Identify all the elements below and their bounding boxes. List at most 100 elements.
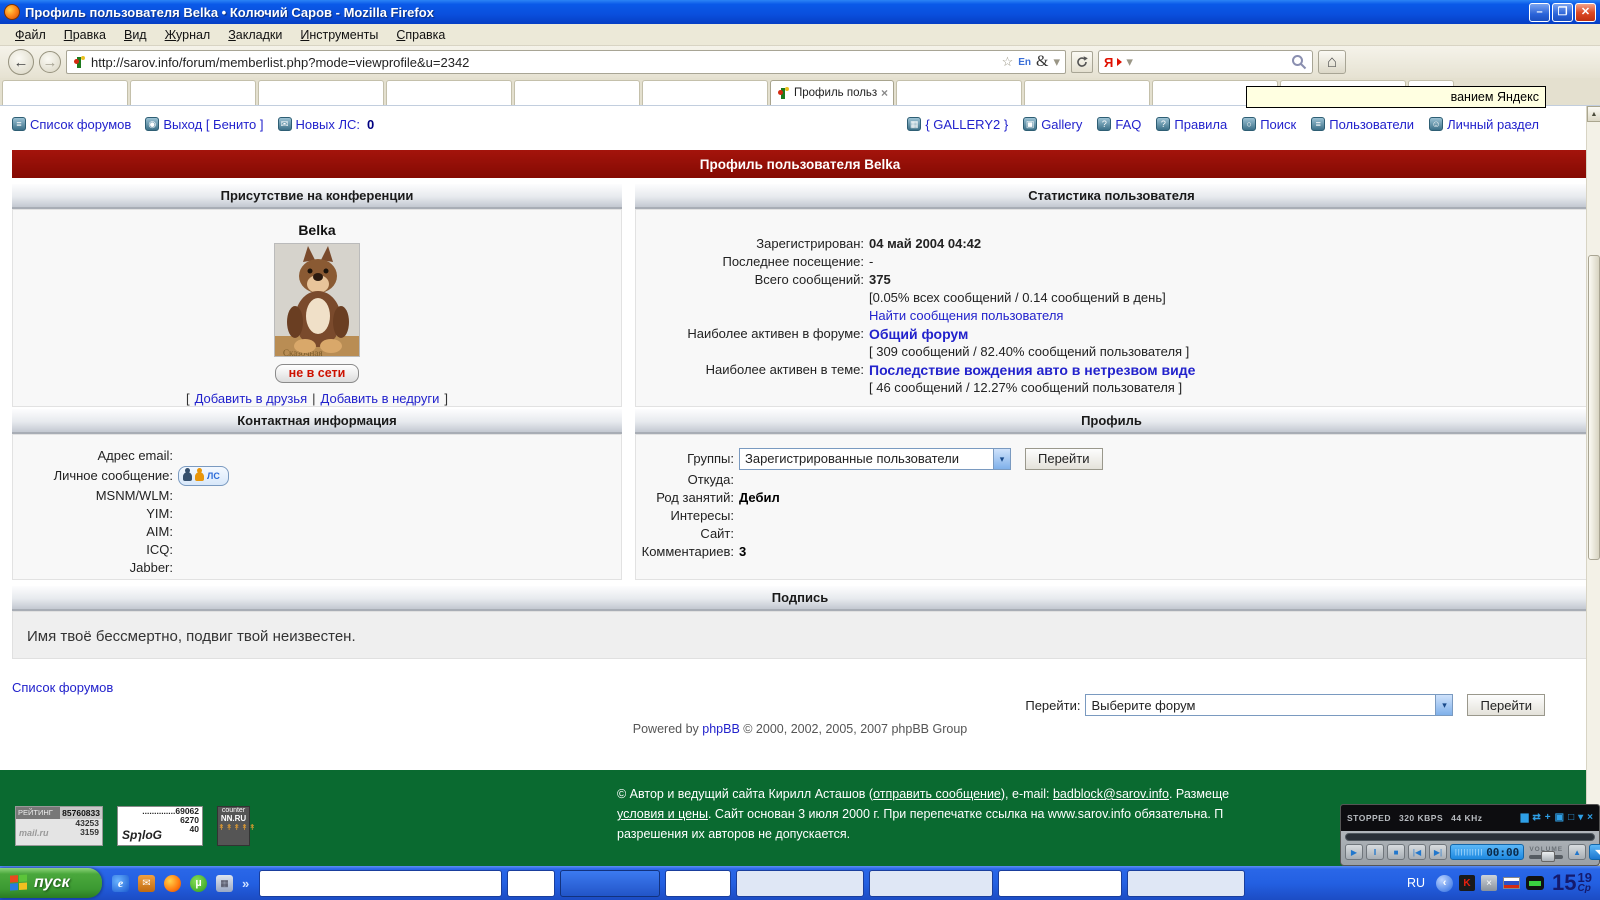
next-track-button[interactable]: ▶| xyxy=(1429,844,1447,860)
status-tray-icon[interactable] xyxy=(1526,876,1544,890)
active-forum-link[interactable]: Общий форум xyxy=(869,325,968,343)
language-indicator[interactable]: RU xyxy=(1402,874,1430,892)
forum-index-link[interactable]: Список форумов xyxy=(12,680,113,695)
media-player[interactable]: STOPPED 320 KBPS 44 KHz ▆ ⇄ + ▣ □ ▾ × ▶ … xyxy=(1340,804,1600,866)
menu-history[interactable]: Журнал xyxy=(156,25,220,45)
jump-go-button[interactable]: Перейти xyxy=(1467,694,1545,716)
taskbar-window-button-active[interactable] xyxy=(560,870,660,897)
scroll-up-button[interactable]: ▲ xyxy=(1587,106,1600,122)
menu-view[interactable]: Вид xyxy=(115,25,156,45)
tray-clock[interactable]: 15 19 Ср xyxy=(1552,872,1592,894)
pause-button[interactable]: ‖ xyxy=(1366,844,1384,860)
tray-app-icon[interactable]: × xyxy=(1481,875,1497,891)
taskbar-window-button[interactable] xyxy=(736,870,864,897)
blank-tab[interactable] xyxy=(1024,80,1150,105)
taskbar-window-button[interactable] xyxy=(998,870,1122,897)
groups-go-button[interactable]: Перейти xyxy=(1025,448,1103,470)
nav-users[interactable]: ≡ Пользователи xyxy=(1311,117,1414,132)
back-button[interactable]: ← xyxy=(8,49,34,75)
eject-button[interactable]: ▲ xyxy=(1568,844,1586,860)
ie-icon[interactable]: e xyxy=(112,875,129,892)
taskbar-window-button[interactable] xyxy=(665,870,731,897)
home-button[interactable]: ⌂ xyxy=(1318,50,1346,74)
nav-new-pm[interactable]: ✉ Новых ЛС: 0 xyxy=(278,117,375,132)
email-link[interactable]: badblock@sarov.info xyxy=(1053,787,1169,801)
nav-forum-list-label[interactable]: Список форумов xyxy=(30,117,131,132)
menu-bookmarks[interactable]: Закладки xyxy=(219,25,291,45)
phpbb-link[interactable]: phpBB xyxy=(702,722,740,736)
language-detect-icon[interactable]: En xyxy=(1018,57,1031,68)
volume-thumb[interactable] xyxy=(1541,851,1555,862)
nav-gallery2-label[interactable]: { GALLERY2 } xyxy=(925,117,1008,132)
reload-button[interactable] xyxy=(1071,51,1093,73)
taskbar-window-button[interactable] xyxy=(1127,870,1245,897)
mailru-counter-badge[interactable]: РЕЙТИНГ85760833 43253 mail.ru3159 xyxy=(15,806,103,846)
find-posts-link[interactable]: Найти сообщения пользователя xyxy=(869,307,1063,325)
nav-private-area[interactable]: ☺ Личный раздел xyxy=(1429,117,1539,132)
nav-search-label[interactable]: Поиск xyxy=(1260,117,1296,132)
nav-forum-list[interactable]: ≡ Список форумов xyxy=(12,117,131,132)
blank-tab[interactable] xyxy=(130,80,256,105)
video-window-icon[interactable]: □ xyxy=(1568,813,1574,823)
blank-tab[interactable] xyxy=(386,80,512,105)
tab-close-icon[interactable]: × xyxy=(881,86,888,100)
groups-select[interactable]: Зарегистрированные пользователи ▾ xyxy=(739,448,1011,470)
terms-link[interactable]: условия и цены xyxy=(617,807,708,821)
url-bar[interactable]: ☆ En & ▾ xyxy=(66,50,1066,74)
settings-icon[interactable]: + xyxy=(1545,813,1551,823)
tab-profile[interactable]: Профиль польз... × xyxy=(770,80,894,105)
kaspersky-tray-icon[interactable]: K xyxy=(1459,875,1475,891)
menu-tools[interactable]: Инструменты xyxy=(291,25,387,45)
send-pm-button[interactable]: ЛС xyxy=(178,466,229,486)
send-message-link[interactable]: отправить сообщение xyxy=(873,787,1001,801)
firefox-quicklaunch-icon[interactable] xyxy=(164,875,181,892)
seek-bar[interactable] xyxy=(1345,833,1595,841)
vertical-scrollbar[interactable]: ▲ ▼ xyxy=(1586,106,1600,866)
chevron-down-icon[interactable]: ▾ xyxy=(993,449,1010,469)
extension-amp-icon[interactable]: & xyxy=(1036,53,1048,71)
taskbar-window-button[interactable] xyxy=(869,870,993,897)
dock-button[interactable]: ◥ xyxy=(1589,844,1600,860)
chevron-down-icon[interactable]: ▾ xyxy=(1435,695,1452,715)
nav-search[interactable]: ○ Поиск xyxy=(1242,117,1296,132)
mail-icon[interactable]: ✉ xyxy=(138,875,155,892)
active-topic-link[interactable]: Последствие вождения авто в нетрезвом ви… xyxy=(869,361,1195,379)
nav-faq-label[interactable]: FAQ xyxy=(1115,117,1141,132)
nav-gallery-label[interactable]: Gallery xyxy=(1041,117,1082,132)
start-button[interactable]: пуск xyxy=(0,868,102,898)
blank-tab[interactable] xyxy=(2,80,128,105)
nav-rules-label[interactable]: Правила xyxy=(1174,117,1227,132)
menu-help[interactable]: Справка xyxy=(387,25,454,45)
previous-track-button[interactable]: |◀ xyxy=(1408,844,1426,860)
search-icon[interactable] xyxy=(1291,54,1307,70)
forum-jump-select[interactable]: Выберите форум ▾ xyxy=(1085,694,1453,716)
taskbar-window-button[interactable] xyxy=(507,870,555,897)
quick-launch-overflow-icon[interactable]: » xyxy=(242,876,249,891)
play-button[interactable]: ▶ xyxy=(1345,844,1363,860)
yandex-search-box[interactable]: Я ▾ xyxy=(1098,50,1313,74)
stop-button[interactable]: ■ xyxy=(1387,844,1405,860)
nnru-counter-badge[interactable]: counter NN.RU ↟↟↟↟↟ xyxy=(217,806,250,846)
utorrent-icon[interactable]: µ xyxy=(190,875,207,892)
add-friend-link[interactable]: Добавить в друзья xyxy=(195,391,308,406)
nav-gallery[interactable]: ▣ Gallery xyxy=(1023,117,1082,132)
playlist-icon[interactable]: ▣ xyxy=(1555,813,1564,823)
blank-tab[interactable] xyxy=(642,80,768,105)
volume-slider[interactable] xyxy=(1529,855,1563,859)
close-player-icon[interactable]: × xyxy=(1587,813,1593,823)
search-engine-dropdown-icon[interactable]: ▾ xyxy=(1126,54,1133,70)
nav-gallery2[interactable]: ▦ { GALLERY2 } xyxy=(907,117,1008,132)
tray-chevron-icon[interactable]: ‹ xyxy=(1436,875,1453,892)
equalizer-icon[interactable]: ▆ xyxy=(1521,813,1529,823)
forward-button[interactable]: → xyxy=(39,51,61,73)
restore-button[interactable]: ❐ xyxy=(1552,3,1573,22)
russian-flag-icon[interactable] xyxy=(1503,877,1520,889)
nav-faq[interactable]: ? FAQ xyxy=(1097,117,1141,132)
minimize-button[interactable]: – xyxy=(1529,3,1550,22)
volume-control[interactable]: VOLUME xyxy=(1527,846,1565,859)
nav-rules[interactable]: ? Правила xyxy=(1156,117,1227,132)
nav-users-label[interactable]: Пользователи xyxy=(1329,117,1414,132)
menu-edit[interactable]: Правка xyxy=(55,25,115,45)
shuffle-icon[interactable]: ⇄ xyxy=(1532,813,1540,823)
bookmark-star-icon[interactable]: ☆ xyxy=(1002,54,1014,70)
